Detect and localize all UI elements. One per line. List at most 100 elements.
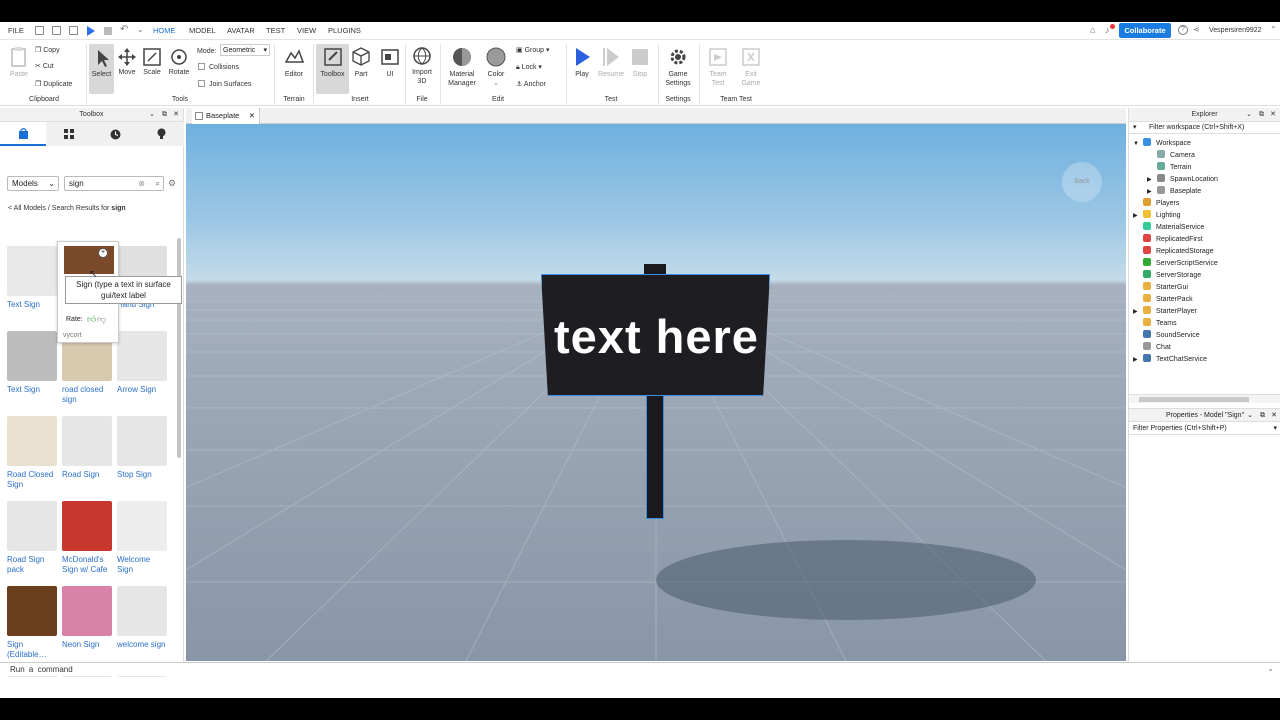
undock-icon[interactable]: ⧉ <box>1260 409 1265 423</box>
group-button[interactable]: ▣ Group ▾ <box>516 46 550 55</box>
breadcrumb-prefix[interactable]: < All Models / Search Results for <box>8 205 111 212</box>
item-name[interactable]: Neon Sign <box>62 640 112 650</box>
quick-play-icon[interactable] <box>87 26 95 36</box>
exit-game-button[interactable]: Exit Game <box>736 46 766 88</box>
explorer-item[interactable]: ReplicatedFirst <box>1133 234 1203 246</box>
tab-avatar[interactable]: AVATAR <box>227 22 255 40</box>
expand-arrow-icon[interactable]: ▼ <box>1133 138 1143 150</box>
screenshot-icon[interactable] <box>69 26 78 35</box>
undock-icon[interactable]: ⧉ <box>162 108 167 122</box>
explorer-item[interactable]: Teams <box>1133 318 1177 330</box>
toolbox-item[interactable]: Road Sign pack <box>7 501 57 575</box>
team-test-button[interactable]: Team Test <box>703 46 733 88</box>
item-name[interactable]: Road Sign <box>62 470 112 480</box>
toolbox-item[interactable]: Welcome Sign <box>117 501 167 575</box>
toolbox-item[interactable]: Stop Sign <box>117 416 167 480</box>
filter-settings-icon[interactable]: ⚙ <box>168 178 176 189</box>
item-name[interactable]: Text Sign <box>7 385 57 395</box>
explorer-item[interactable]: ▶ StarterPlayer <box>1133 306 1197 318</box>
share-link-icon[interactable]: ⋖ <box>1193 25 1200 34</box>
part-button[interactable]: Part <box>350 46 372 79</box>
category-dropdown[interactable]: Models ⌄ <box>7 176 59 191</box>
explorer-item[interactable]: SoundService <box>1133 330 1200 342</box>
3d-viewport[interactable]: text here Back <box>186 124 1126 661</box>
help-icon[interactable]: ? <box>1178 25 1188 35</box>
creator-name[interactable]: vycort <box>63 332 82 339</box>
move-tool-button[interactable]: Move <box>116 48 138 77</box>
explorer-item[interactable]: StarterPack <box>1133 294 1193 306</box>
explorer-item[interactable]: ▶ SpawnLocation <box>1147 174 1218 186</box>
sign-post[interactable] <box>646 394 664 519</box>
select-tool-button[interactable]: Select <box>89 44 114 94</box>
chevron-down-icon[interactable]: ⌄ <box>1247 409 1253 423</box>
command-input[interactable]: Run a command <box>10 665 73 674</box>
quick-access-dropdown-icon[interactable]: ⌄ <box>137 25 144 34</box>
search-icon[interactable]: ⌕ <box>156 177 160 190</box>
lock-button[interactable]: 🔒︎ Lock ▾ <box>516 63 542 72</box>
publish-icon[interactable] <box>52 26 61 35</box>
explorer-item[interactable]: ServerScriptService <box>1133 258 1218 270</box>
duplicate-button[interactable]: ❐ Duplicate <box>35 80 72 89</box>
tab-view[interactable]: VIEW <box>297 22 316 40</box>
item-name[interactable]: Road Sign pack <box>7 555 57 575</box>
toolbox-button[interactable]: Toolbox <box>316 44 349 94</box>
file-menu[interactable]: FILE <box>8 22 24 40</box>
explorer-filter-input[interactable]: ▾ Filter workspace (Ctrl+Shift+X) <box>1129 122 1280 134</box>
rotate-tool-button[interactable]: Rotate <box>167 48 191 77</box>
explorer-item[interactable]: ▼ Workspace <box>1133 138 1191 150</box>
import-3d-button[interactable]: Import 3D <box>408 46 436 86</box>
username-label[interactable]: Vespersiren9922 <box>1209 22 1262 40</box>
tab-model[interactable]: MODEL <box>189 22 216 40</box>
join-surfaces-checkbox[interactable] <box>198 80 205 87</box>
play-button[interactable]: Play <box>570 46 594 79</box>
view-selector-back[interactable]: Back <box>1062 162 1102 202</box>
command-bar[interactable]: Run a command ⌄ <box>0 662 1280 676</box>
item-name[interactable]: welcome sign <box>117 640 167 650</box>
toolbox-item[interactable]: welcome sign <box>117 586 167 650</box>
collaborate-button[interactable]: Collaborate <box>1119 23 1171 38</box>
item-name[interactable]: Stop Sign <box>117 470 167 480</box>
item-name[interactable]: Road Closed Sign <box>7 470 57 490</box>
item-name[interactable]: Arrow Sign <box>117 385 167 395</box>
undock-icon[interactable]: ⧉ <box>1259 108 1264 122</box>
tab-home[interactable]: HOME <box>153 22 176 40</box>
tab-inventory[interactable] <box>46 122 92 146</box>
explorer-item[interactable]: ReplicatedStorage <box>1133 246 1214 258</box>
notification-bell-icon[interactable]: ♪ <box>1105 25 1110 35</box>
expand-arrow-icon[interactable]: ▶ <box>1133 210 1143 222</box>
tab-marketplace[interactable] <box>0 122 46 146</box>
join-surfaces-toggle[interactable]: Join Surfaces <box>198 80 251 89</box>
quick-stop-icon[interactable] <box>104 27 112 35</box>
anchor-button[interactable]: ⚓︎ Anchor <box>516 80 546 89</box>
collisions-toggle[interactable]: Collisions <box>198 63 239 72</box>
game-settings-button[interactable]: Game Settings <box>662 46 694 88</box>
item-name[interactable]: road closed sign <box>62 385 112 405</box>
close-icon[interactable]: ✕ <box>1271 409 1277 423</box>
ui-button[interactable]: UI <box>379 46 401 79</box>
zoom-icon[interactable]: + <box>98 248 108 258</box>
toolbox-item[interactable]: Sign (Editable… <box>7 586 57 660</box>
thumbs-up-icon[interactable]: 👍︎ <box>87 314 96 325</box>
cut-button[interactable]: ✂ Cut <box>35 62 54 71</box>
explorer-item[interactable]: ▶ Lighting <box>1133 210 1181 222</box>
chevron-down-icon[interactable]: ⌄ <box>1267 664 1274 673</box>
collisions-checkbox[interactable] <box>198 63 205 70</box>
tab-recent[interactable] <box>92 122 138 146</box>
undo-icon[interactable]: ↶ <box>120 24 128 35</box>
tab-creations[interactable] <box>138 122 184 146</box>
menu-collapse-icon[interactable]: ⌃ <box>1270 25 1277 34</box>
toolbox-item[interactable]: Text Sign <box>7 331 57 395</box>
copy-button[interactable]: ❐ Copy <box>35 46 60 55</box>
breadcrumb[interactable]: < All Models / Search Results for sign <box>8 205 126 212</box>
explorer-item[interactable]: Terrain <box>1147 162 1191 174</box>
color-button[interactable]: Color ⌄ <box>484 46 508 88</box>
explorer-item[interactable]: ▶ TextChatService <box>1133 354 1207 366</box>
toolbox-item[interactable]: Road Sign <box>62 416 112 480</box>
tab-test[interactable]: TEST <box>266 22 285 40</box>
material-manager-button[interactable]: Material Manager <box>444 46 480 88</box>
tab-baseplate[interactable]: Baseplate ✕ <box>192 108 260 124</box>
toolbox-scrollbar[interactable] <box>177 238 181 458</box>
scroll-thumb[interactable] <box>1139 397 1249 402</box>
scale-tool-button[interactable]: Scale <box>141 48 163 77</box>
resume-button[interactable]: Resume <box>596 46 626 79</box>
